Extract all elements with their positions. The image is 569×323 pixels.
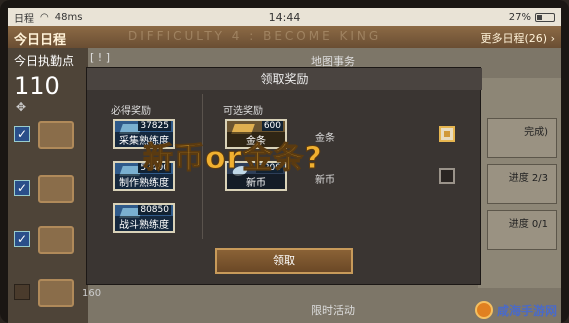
duty-points-bracket: [ ! ]	[90, 51, 110, 64]
reward-name: 战斗熟练度	[115, 216, 173, 231]
battery-percent: 27%	[508, 11, 531, 23]
dialog-title: 领取奖励	[87, 68, 482, 90]
chevron-right-icon: ›	[550, 32, 555, 45]
reward-count: 600	[261, 121, 283, 131]
watermark-text: 咸海手游网	[496, 303, 557, 318]
more-schedule-link[interactable]: 更多日程(26) ›	[481, 30, 556, 46]
reward-count: 80850	[138, 205, 171, 215]
schedule-header: 今日日程 DIFFICULTY 4 : BECOME KING 更多日程(26)…	[8, 26, 561, 48]
reward-checkbox-2[interactable]: ✓	[14, 180, 30, 196]
more-schedule-label: 更多日程(26)	[480, 32, 548, 45]
required-rewards-label: 必得奖励	[111, 106, 151, 117]
caption-overlay: 新币or金条?	[143, 141, 323, 177]
watermark-logo-icon	[474, 301, 493, 319]
clock: 14:44	[268, 10, 301, 24]
task-card[interactable]: 进度 2/3	[487, 164, 557, 204]
reward-count: 37825	[138, 121, 171, 131]
task-progress: 进度 2/3	[508, 173, 548, 184]
task-status: 完成)	[524, 127, 548, 138]
settings-icon[interactable]: ✥	[16, 100, 26, 114]
task-progress: 进度 0/1	[508, 219, 548, 230]
task-card[interactable]: 进度 0/1	[487, 210, 557, 250]
task-card[interactable]: 完成)	[487, 118, 557, 158]
chest-icon[interactable]	[38, 226, 74, 254]
optional-rewards-label: 可选奖励	[223, 106, 263, 117]
battery-icon	[535, 12, 555, 22]
duty-footer-value: 160	[82, 288, 102, 299]
site-watermark: 咸海手游网	[474, 301, 557, 319]
chest-icon[interactable]	[38, 279, 74, 307]
chest-icon[interactable]	[38, 175, 74, 203]
task-list-panel: 完成) 进度 2/3 进度 0/1	[478, 78, 561, 288]
page-title: 今日日程	[14, 33, 67, 48]
option-checkbox-new-coin[interactable]	[439, 168, 455, 184]
claim-button[interactable]: 领取	[215, 248, 353, 274]
duty-points-value: 110	[14, 72, 60, 100]
limited-events-heading: 限时活动	[311, 304, 355, 317]
header-ticker: DIFFICULTY 4 : BECOME KING	[128, 29, 382, 43]
reward-checkbox-3[interactable]: ✓	[14, 231, 30, 247]
reward-item-combat[interactable]: 80850 战斗熟练度	[113, 203, 175, 233]
duty-points-label: 今日执勤点	[14, 54, 75, 68]
chest-icon[interactable]	[38, 121, 74, 149]
status-bar: 日程 ◠ 48ms 14:44 27%	[8, 8, 561, 26]
duty-panel: 今日执勤点 110 ✥ ✓ ✓ ✓	[8, 48, 88, 323]
option-checkbox-gold-bar[interactable]	[439, 126, 455, 142]
reward-checkbox-1[interactable]: ✓	[14, 126, 30, 142]
reward-checkbox-4[interactable]	[14, 284, 30, 300]
phone-frame: 日程 ◠ 48ms 14:44 27% 今日日程 DIFFICULTY 4 : …	[0, 0, 569, 323]
